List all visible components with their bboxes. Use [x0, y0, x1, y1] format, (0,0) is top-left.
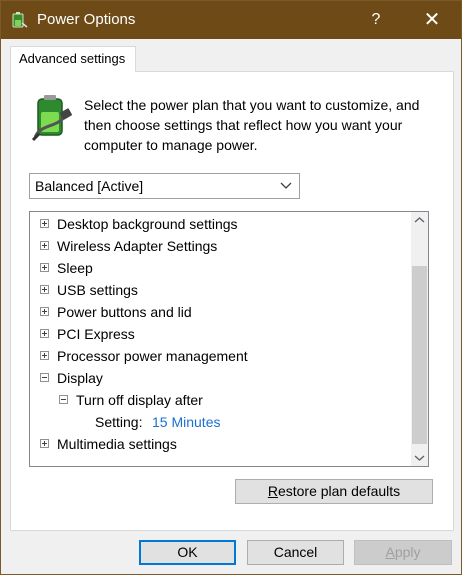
- tree-item-label: Multimedia settings: [57, 436, 177, 452]
- collapse-minus-icon[interactable]: [40, 373, 49, 382]
- battery-plug-icon: [31, 95, 72, 142]
- ok-button[interactable]: OK: [139, 540, 236, 565]
- expand-plus-icon[interactable]: [40, 263, 49, 272]
- expand-plus-icon[interactable]: [40, 307, 49, 316]
- scrollbar-thumb[interactable]: [412, 266, 427, 444]
- power-plan-select-value: Balanced [Active]: [35, 178, 144, 194]
- chevron-down-icon[interactable]: [411, 449, 428, 466]
- restore-accelerator: R: [267, 483, 278, 499]
- chevron-down-icon: [280, 182, 292, 189]
- power-options-icon: [12, 12, 28, 28]
- vertical-scrollbar[interactable]: [411, 212, 428, 466]
- help-button[interactable]: ?: [353, 1, 399, 39]
- expand-plus-icon[interactable]: [40, 219, 49, 228]
- restore-plan-defaults-button[interactable]: Restore plan defaults: [235, 479, 433, 504]
- tree-item-label: Display: [57, 370, 103, 386]
- close-button[interactable]: ✕: [409, 1, 455, 39]
- tree-item-label: Turn off display after: [76, 392, 203, 408]
- chevron-up-icon[interactable]: [411, 212, 428, 229]
- tree-item-label: Sleep: [57, 260, 93, 276]
- window-title: Power Options: [37, 11, 136, 28]
- restore-label: estore plan defaults: [277, 483, 401, 499]
- apply-label: pply: [394, 544, 421, 560]
- power-options-window: Power Options ? ✕ Advanced settings Sele…: [0, 0, 462, 575]
- tree-item-label: USB settings: [57, 282, 138, 298]
- apply-button[interactable]: Apply: [354, 540, 452, 565]
- cancel-button[interactable]: Cancel: [247, 540, 344, 565]
- power-plan-select[interactable]: Balanced [Active]: [29, 173, 300, 199]
- tree-item-label: Processor power management: [57, 348, 248, 364]
- tree-item-label: Wireless Adapter Settings: [57, 238, 218, 254]
- expand-plus-icon[interactable]: [40, 329, 49, 338]
- plan-description: Select the power plan that you want to c…: [84, 97, 420, 153]
- title-bar[interactable]: Power Options ? ✕: [1, 1, 461, 39]
- tree-item-label: Power buttons and lid: [57, 304, 192, 320]
- collapse-minus-icon[interactable]: [59, 395, 68, 404]
- settings-tree[interactable]: Desktop background settings Wireless Ada…: [29, 211, 429, 467]
- expand-plus-icon[interactable]: [40, 241, 49, 250]
- setting-value-link[interactable]: 15 Minutes: [152, 411, 220, 433]
- tab-advanced-settings[interactable]: Advanced settings: [10, 46, 136, 72]
- expand-plus-icon[interactable]: [40, 439, 49, 448]
- apply-accelerator: A: [385, 544, 395, 560]
- tree-item-label: PCI Express: [57, 326, 135, 342]
- setting-label: Setting:: [95, 414, 143, 430]
- expand-plus-icon[interactable]: [40, 285, 49, 294]
- tree-item-label: Desktop background settings: [57, 216, 238, 232]
- expand-plus-icon[interactable]: [40, 351, 49, 360]
